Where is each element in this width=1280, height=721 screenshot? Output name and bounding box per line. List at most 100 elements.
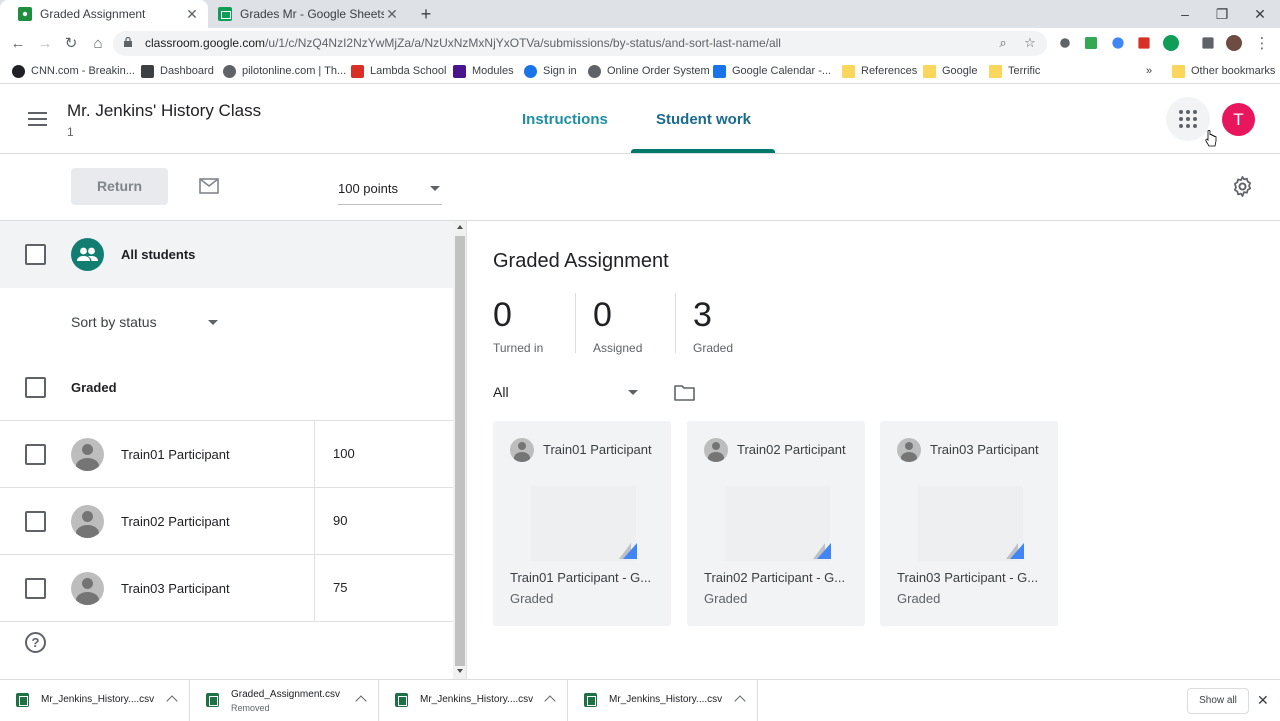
drive-icon[interactable]	[1085, 37, 1097, 49]
apps-grid-icon	[1179, 110, 1197, 128]
bookmark-item[interactable]: Online Order System	[588, 63, 710, 79]
student-checkbox[interactable]	[25, 444, 46, 465]
stat-turned-in[interactable]: 0 Turned in	[493, 293, 543, 355]
submission-card[interactable]: Train02 Participant Train02 Participant …	[687, 421, 865, 626]
gear-icon[interactable]	[1231, 175, 1254, 198]
bookmark-item[interactable]: Google Calendar -...	[713, 63, 831, 79]
bookmark-item[interactable]: pilotonline.com | Th...	[223, 63, 346, 79]
sort-dropdown[interactable]: Sort by status	[0, 288, 453, 354]
help-icon[interactable]: ?	[25, 632, 46, 653]
all-students-row[interactable]: All students	[0, 221, 453, 288]
chevron-up-icon[interactable]	[544, 695, 556, 707]
filter-dropdown[interactable]: All	[493, 384, 638, 406]
download-item[interactable]: Mr_Jenkins_History....csv	[568, 680, 758, 721]
class-title[interactable]: Mr. Jenkins' History Class	[67, 101, 261, 121]
scrollbar[interactable]	[453, 221, 467, 679]
scrollbar-thumb[interactable]	[455, 236, 465, 666]
download-item[interactable]: Mr_Jenkins_History....csv	[379, 680, 568, 721]
account-avatar[interactable]: T	[1222, 103, 1255, 136]
download-item[interactable]: Mr_Jenkins_History....csv	[0, 680, 190, 721]
chevron-up-icon[interactable]	[355, 695, 367, 707]
back-icon[interactable]: ←	[8, 34, 28, 54]
points-dropdown[interactable]: 100 points	[338, 181, 442, 205]
browser-tab-graded-assignment[interactable]: Graded Assignment ✕	[0, 0, 208, 28]
folder-icon	[923, 64, 936, 78]
mouse-cursor-icon	[1205, 130, 1217, 147]
bookmark-label: References	[861, 65, 918, 77]
action-bar: Return 100 points	[0, 154, 1280, 221]
student-row[interactable]: Train02 Participant 90	[0, 488, 453, 555]
scroll-up-icon[interactable]	[457, 225, 463, 229]
docs-icon	[813, 543, 831, 559]
grade-cell[interactable]: 75	[314, 555, 453, 622]
folder-icon[interactable]	[674, 384, 695, 401]
star-icon[interactable]: ☆	[1021, 34, 1039, 52]
bookmark-folder[interactable]: Terrific	[989, 63, 1040, 79]
reload-icon[interactable]: ↻	[61, 34, 81, 54]
avatar	[897, 438, 921, 462]
extension-icon[interactable]	[1060, 38, 1070, 48]
classroom-icon	[18, 7, 32, 21]
chevron-up-icon[interactable]	[166, 695, 178, 707]
bookmark-item[interactable]: Sign in	[524, 63, 577, 79]
select-all-checkbox[interactable]	[25, 244, 46, 265]
window-close-icon[interactable]: ✕	[1250, 4, 1270, 24]
avatar	[71, 438, 104, 471]
graded-section-row[interactable]: Graded	[0, 354, 453, 421]
student-row[interactable]: Train01 Participant 100	[0, 421, 453, 488]
student-row[interactable]: Train03 Participant 75	[0, 555, 453, 622]
stat-graded[interactable]: 3 Graded	[693, 293, 733, 355]
grade-cell[interactable]: 90	[314, 488, 453, 555]
assignment-overview-panel: Graded Assignment 0 Turned in 0 Assigned…	[468, 221, 1280, 679]
tab-title: Graded Assignment	[40, 7, 146, 21]
bookmark-item[interactable]: Modules	[453, 63, 514, 79]
profile-avatar[interactable]	[1226, 35, 1242, 51]
bookmark-folder[interactable]: References	[842, 63, 917, 79]
tab-student-work[interactable]: Student work	[656, 111, 751, 128]
chevron-up-icon[interactable]	[734, 695, 746, 707]
stat-assigned[interactable]: 0 Assigned	[593, 293, 642, 355]
globe-icon[interactable]	[1112, 37, 1124, 49]
close-icon[interactable]: ✕	[184, 6, 200, 23]
forward-icon[interactable]: →	[35, 34, 55, 54]
student-list-panel: All students Sort by status Graded Train…	[0, 221, 453, 679]
close-icon[interactable]: ✕	[384, 6, 400, 23]
return-button[interactable]: Return	[71, 168, 168, 205]
other-bookmarks[interactable]: Other bookmarks	[1172, 63, 1275, 79]
submission-card[interactable]: Train01 Participant Train01 Participant …	[493, 421, 671, 626]
minimize-icon[interactable]: –	[1175, 4, 1195, 24]
more-icon[interactable]: ⋮	[1252, 34, 1272, 54]
tab-instructions[interactable]: Instructions	[522, 111, 608, 128]
address-bar[interactable]: classroom.google.com/u/1/c/NzQ4NzI2NzYwM…	[113, 31, 1047, 56]
folder-icon	[1172, 64, 1185, 78]
signin-icon	[524, 64, 537, 78]
scroll-down-icon[interactable]	[457, 669, 463, 673]
zoom-icon[interactable]: ⌕	[994, 34, 1012, 52]
extension-icon[interactable]	[1163, 35, 1179, 51]
close-icon[interactable]: ✕	[1257, 692, 1269, 709]
group-icon	[71, 238, 104, 271]
maximize-icon[interactable]: ❐	[1212, 4, 1232, 24]
browser-tab-grades-sheet[interactable]: Grades Mr - Google Sheets ✕	[208, 0, 408, 28]
new-tab-button[interactable]: +	[416, 4, 436, 24]
bookmark-folder[interactable]: Google	[923, 63, 977, 79]
hamburger-menu-icon[interactable]	[28, 112, 47, 126]
email-icon[interactable]	[199, 178, 219, 194]
submission-card[interactable]: Train03 Participant Train03 Participant …	[880, 421, 1058, 626]
download-file-name: Mr_Jenkins_History....csv	[420, 694, 534, 705]
media-icon[interactable]	[1202, 37, 1214, 49]
grade-cell[interactable]: 100	[314, 421, 453, 488]
student-checkbox[interactable]	[25, 511, 46, 532]
show-all-button[interactable]: Show all	[1187, 688, 1249, 714]
student-checkbox[interactable]	[25, 578, 46, 599]
download-item[interactable]: Graded_Assignment.csv Removed	[190, 680, 379, 721]
select-graded-checkbox[interactable]	[25, 377, 46, 398]
bookmarks-overflow-button[interactable]: »	[1146, 63, 1152, 79]
grade-value: 75	[333, 580, 348, 595]
bookmark-item[interactable]: Lambda School	[351, 63, 446, 79]
bookmark-item[interactable]: Dashboard	[141, 63, 214, 79]
excel-file-icon	[16, 693, 29, 707]
bookmark-item[interactable]: CNN.com - Breakin...	[12, 63, 135, 79]
extension-icon[interactable]	[1138, 37, 1150, 49]
home-icon[interactable]: ⌂	[88, 34, 108, 54]
